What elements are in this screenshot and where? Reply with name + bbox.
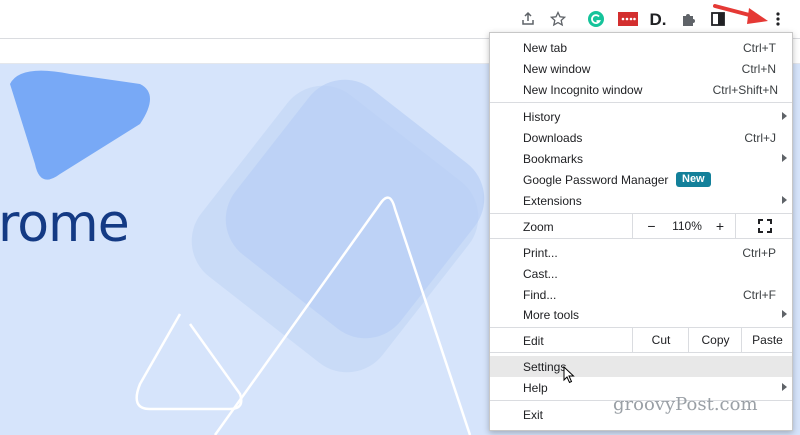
menu-item-label: Extensions bbox=[523, 194, 582, 208]
menu-item-label: Settings bbox=[523, 360, 567, 374]
star-icon[interactable] bbox=[547, 8, 569, 30]
menu-item-shortcut: Ctrl+N bbox=[741, 62, 776, 76]
zoom-in-button[interactable]: + bbox=[705, 214, 735, 238]
menu-divider bbox=[490, 102, 792, 103]
menu-item-label: Print... bbox=[523, 246, 558, 260]
submenu-arrow-icon bbox=[782, 383, 787, 391]
red-extension-icon[interactable] bbox=[617, 8, 639, 30]
menu-item-downloads[interactable]: Downloads Ctrl+J bbox=[490, 127, 792, 148]
grammarly-extension-icon[interactable] bbox=[585, 8, 607, 30]
zoom-out-button[interactable]: − bbox=[632, 214, 670, 238]
menu-item-cast[interactable]: Cast... bbox=[490, 263, 792, 284]
new-badge: New bbox=[676, 172, 711, 187]
menu-item-shortcut: Ctrl+J bbox=[744, 131, 776, 145]
fullscreen-icon bbox=[757, 219, 772, 233]
paste-button[interactable]: Paste bbox=[741, 328, 793, 352]
submenu-arrow-icon bbox=[782, 112, 787, 120]
menu-item-label: New tab bbox=[523, 41, 568, 55]
menu-item-label: New window bbox=[523, 62, 591, 76]
menu-item-shortcut: Ctrl+P bbox=[742, 246, 776, 260]
menu-item-label: Help bbox=[523, 381, 548, 395]
zoom-label: Zoom bbox=[523, 220, 554, 234]
share-icon[interactable] bbox=[517, 8, 539, 30]
extensions-puzzle-icon[interactable] bbox=[677, 8, 699, 30]
submenu-arrow-icon bbox=[782, 310, 787, 318]
menu-item-shortcut: Ctrl+F bbox=[743, 288, 776, 302]
menu-item-find[interactable]: Find... Ctrl+F bbox=[490, 284, 792, 305]
menu-item-label: Downloads bbox=[523, 131, 583, 145]
fullscreen-button[interactable] bbox=[735, 214, 793, 238]
menu-item-label: Find... bbox=[523, 288, 557, 302]
line-art bbox=[135, 313, 243, 411]
menu-item-settings[interactable]: Settings bbox=[490, 356, 792, 377]
menu-divider bbox=[490, 238, 792, 239]
menu-item-history[interactable]: History bbox=[490, 106, 792, 127]
menu-item-label: Google Password Manager bbox=[523, 173, 669, 187]
menu-item-label: New Incognito window bbox=[523, 83, 643, 97]
menu-item-google-password-manager[interactable]: Google Password Manager New bbox=[490, 169, 792, 190]
zoom-level-value: 110% bbox=[672, 219, 702, 233]
menu-item-bookmarks[interactable]: Bookmarks bbox=[490, 148, 792, 169]
welcome-heading-fragment: rome bbox=[0, 194, 130, 254]
menu-item-new-window[interactable]: New window Ctrl+N bbox=[490, 58, 792, 79]
menu-item-label: More tools bbox=[523, 308, 580, 322]
menu-item-shortcut: Ctrl+T bbox=[743, 41, 776, 55]
edit-label: Edit bbox=[523, 334, 544, 348]
menu-item-extensions[interactable]: Extensions bbox=[490, 190, 792, 211]
menu-item-label: Bookmarks bbox=[523, 152, 584, 166]
cut-button[interactable]: Cut bbox=[632, 328, 689, 352]
blue-shape bbox=[10, 70, 150, 180]
menu-item-new-tab[interactable]: New tab Ctrl+T bbox=[490, 37, 792, 58]
menu-item-more-tools[interactable]: More tools bbox=[490, 304, 792, 325]
menu-item-label: Exit bbox=[523, 408, 544, 422]
chrome-menu: New tab Ctrl+T New window Ctrl+N New Inc… bbox=[489, 32, 793, 431]
mouse-cursor-icon bbox=[563, 366, 575, 384]
menu-row-edit: Edit Cut Copy Paste bbox=[490, 328, 792, 352]
menu-item-shortcut: Ctrl+Shift+N bbox=[712, 83, 778, 97]
menu-item-label: Cast... bbox=[523, 267, 558, 281]
watermark: groovyPost.com bbox=[613, 394, 758, 415]
annotation-arrow-icon bbox=[713, 4, 768, 24]
menu-item-label: History bbox=[523, 110, 561, 124]
copy-button[interactable]: Copy bbox=[688, 328, 742, 352]
menu-item-print[interactable]: Print... Ctrl+P bbox=[490, 242, 792, 263]
menu-item-new-incognito-window[interactable]: New Incognito window Ctrl+Shift+N bbox=[490, 79, 792, 100]
submenu-arrow-icon bbox=[782, 154, 787, 162]
menu-row-zoom: Zoom − 110% + bbox=[490, 214, 792, 238]
menu-divider bbox=[490, 352, 792, 353]
d-extension-icon[interactable]: D. bbox=[647, 8, 669, 30]
diamond-shape bbox=[225, 79, 485, 339]
submenu-arrow-icon bbox=[782, 196, 787, 204]
